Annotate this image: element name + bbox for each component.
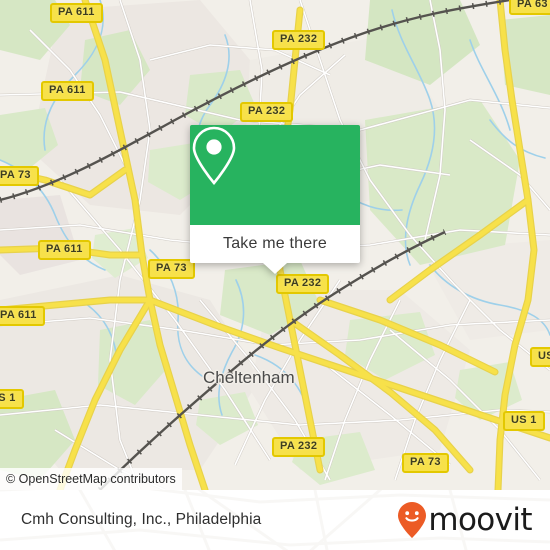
road-shield[interactable]: PA 611 — [50, 3, 103, 23]
osm-attribution[interactable]: © OpenStreetMap contributors — [0, 468, 182, 490]
moovit-wordmark: moovit — [428, 501, 532, 538]
footer-bar: Cmh Consulting, Inc., Philadelphia moovi… — [0, 490, 550, 550]
road-shield[interactable]: PA 73 — [402, 453, 449, 473]
moovit-brand-logo[interactable]: moovit — [397, 490, 533, 550]
road-shield[interactable]: PA 63 — [509, 0, 550, 15]
take-me-there-label: Take me there — [223, 235, 327, 252]
road-shield[interactable]: PA 611 — [41, 81, 94, 101]
road-shield[interactable]: US 1 — [0, 389, 24, 409]
road-shield[interactable]: PA 232 — [276, 274, 330, 294]
road-shield[interactable]: PA 232 — [240, 102, 294, 122]
popup-icon-area — [190, 125, 360, 225]
road-shield[interactable]: US 1 — [503, 411, 545, 431]
road-shield[interactable]: US 1 — [530, 347, 550, 367]
location-popup-card[interactable]: Take me there — [190, 125, 360, 274]
osm-attribution-text: © OpenStreetMap contributors — [6, 472, 176, 486]
road-shield[interactable]: PA 232 — [272, 437, 326, 457]
popup-pointer-tail — [263, 263, 287, 274]
city-label-cheltenham: Cheltenham — [203, 368, 295, 387]
road-shield[interactable]: PA 611 — [0, 306, 45, 326]
moovit-map-screenshot: PA 611 PA 232 PA 63 PA 611 PA 232 PA 73 … — [0, 0, 550, 550]
road-shield[interactable]: PA 611 — [38, 240, 91, 260]
place-title: Cmh Consulting, Inc., Philadelphia — [21, 490, 261, 550]
road-shield[interactable]: PA 73 — [148, 259, 195, 279]
moovit-pin-smiley-icon — [397, 501, 427, 539]
road-shield[interactable]: PA 73 — [0, 166, 39, 186]
road-shield[interactable]: PA 232 — [272, 30, 326, 50]
place-title-text: Cmh Consulting, Inc., Philadelphia — [21, 511, 262, 528]
popup-action-bar[interactable]: Take me there — [190, 225, 360, 263]
map-canvas[interactable]: PA 611 PA 232 PA 63 PA 611 PA 232 PA 73 … — [0, 0, 550, 490]
